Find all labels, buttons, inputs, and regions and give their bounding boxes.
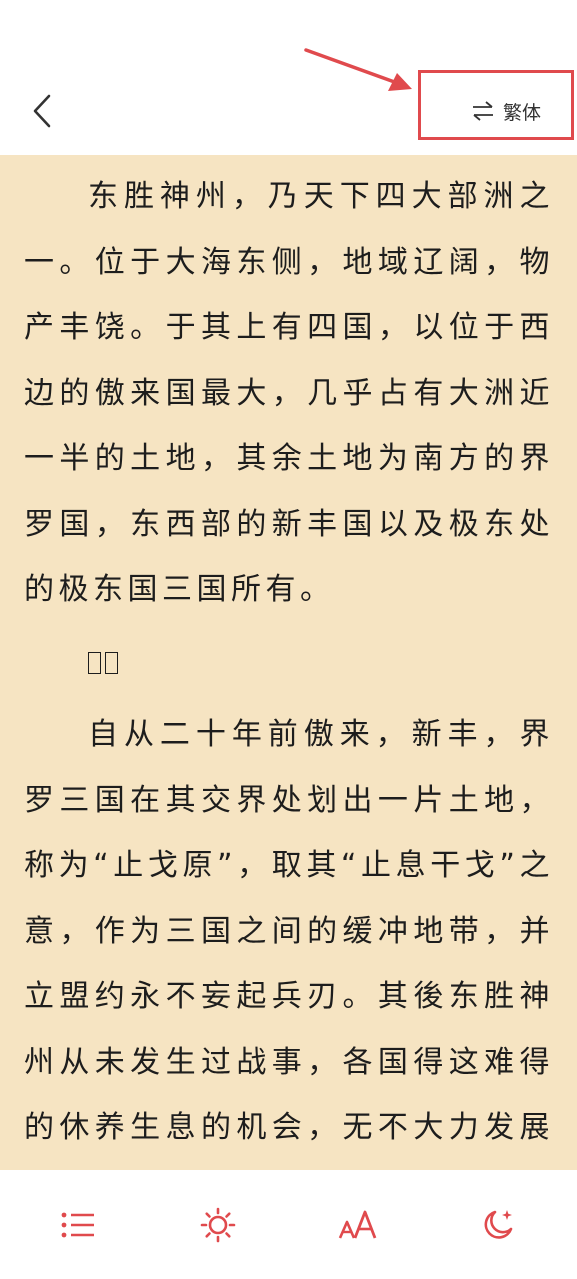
moon-star-icon [484, 1210, 513, 1239]
back-button[interactable] [22, 88, 62, 134]
night-mode-button[interactable] [468, 1200, 528, 1250]
bottom-toolbar [0, 1170, 577, 1279]
brightness-button[interactable] [188, 1200, 248, 1250]
font-size-button[interactable] [328, 1200, 388, 1250]
paragraph-1: 东胜神州，乃天下四大部洲之一。位于大海东侧，地域辽阔，物产丰饶。于其上有四国，以… [24, 179, 554, 607]
swap-arrows-icon [472, 101, 493, 121]
font-size-icon [338, 1210, 377, 1239]
convert-label: 繁体 [502, 101, 541, 124]
chevron-left-icon [33, 94, 51, 128]
sun-icon [200, 1207, 236, 1243]
missing-glyph-line [24, 630, 554, 696]
catalog-button[interactable] [48, 1200, 108, 1250]
top-bar: 繁体 [0, 0, 577, 155]
reading-page[interactable]: 东胜神州，乃天下四大部洲之一。位于大海东侧，地域辽阔，物产丰饶。于其上有四国，以… [0, 155, 577, 1170]
annotation-arrow [304, 48, 412, 91]
traditional-chinese-toggle[interactable]: 繁体 [418, 70, 574, 140]
chapter-text: 东胜神州，乃天下四大部洲之一。位于大海东侧，地域辽阔，物产丰饶。于其上有四国，以… [24, 155, 554, 1170]
list-icon [61, 1212, 94, 1238]
paragraph-2: 自从二十年前傲来，新丰，界罗三国在其交界处划出一片土地，称为“止戈原”，取其“止… [24, 717, 554, 1145]
unrendered-characters [88, 652, 118, 674]
